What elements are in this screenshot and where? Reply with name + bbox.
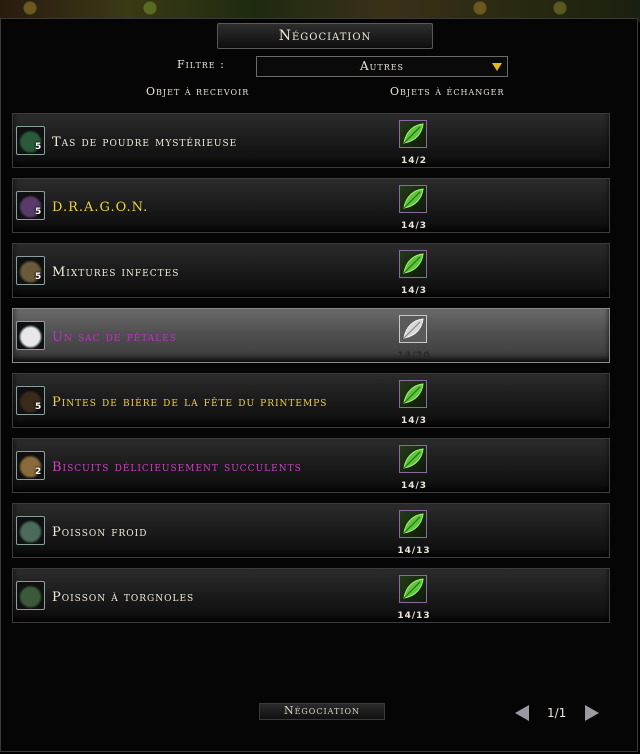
leaf-icon[interactable] [399,185,427,213]
fish-icon [16,581,45,610]
item-row[interactable]: Poisson à torgnoles 14/13 [12,568,610,623]
item-row[interactable]: Poisson froid 14/13 [12,503,610,558]
item-quantity: 2 [35,467,42,477]
leaf-icon[interactable] [399,250,427,278]
item-quantity: 5 [35,207,42,217]
leaf-icon[interactable] [399,445,427,473]
item-list: 5 Tas de poudre mystérieuse 14/2 5 D.R.A.G.O… [12,113,610,633]
exchange-count: 14/20 [397,351,431,361]
petal-bag-icon [16,321,45,350]
next-page-icon[interactable] [585,705,599,721]
item-row[interactable]: 5 Pintes de bière de la fête du printemps… [12,373,610,428]
item-name: Mixtures infectes [52,265,180,280]
leaf-icon[interactable] [399,120,427,148]
leaf-icon[interactable] [399,380,427,408]
item-name: Pintes de bière de la fête du printemps [52,395,328,410]
leaf-icon[interactable] [399,315,427,343]
item-row[interactable]: 5 D.R.A.G.O.N. 14/3 [12,178,610,233]
exchange-count: 14/3 [400,416,428,426]
chevron-down-icon[interactable] [492,63,502,71]
fish-icon [16,516,45,545]
item-name: Poisson à torgnoles [52,590,195,605]
item-name: Poisson froid [52,525,148,540]
item-name: Un sac de pétales [52,330,177,345]
item-quantity: 5 [35,272,42,282]
filter-dropdown[interactable]: Autres [256,56,508,77]
column-header-exchange: Objets à échanger [390,85,505,98]
column-header-receive: Objet à recevoir [146,85,250,98]
exchange-count: 14/13 [397,546,431,556]
exchange-count: 14/13 [397,611,431,621]
item-row[interactable]: 5 Mixtures infectes 14/3 [12,243,610,298]
exchange-count: 14/3 [400,286,428,296]
item-name: D.R.A.G.O.N. [52,200,149,215]
item-name: Tas de poudre mystérieuse [52,135,238,150]
leaf-icon[interactable] [399,575,427,603]
negotiate-button[interactable]: Négociation [259,703,385,720]
filter-label: Filtre : [177,58,225,71]
item-name: Biscuits délicieusement succulents [52,460,302,475]
item-row[interactable]: 5 Tas de poudre mystérieuse 14/2 [12,113,610,168]
item-quantity: 5 [35,142,42,152]
exchange-count: 14/3 [400,221,428,231]
exchange-count: 14/2 [400,156,428,166]
filter-value: Autres [359,59,405,73]
page-indicator: 1/1 [547,706,567,720]
item-row[interactable]: Un sac de pétales 14/20 [12,308,610,363]
prev-page-icon[interactable] [515,705,529,721]
negotiation-window: Négociation Filtre : Autres Objet à rece… [0,18,638,752]
item-row[interactable]: 2 Biscuits délicieusement succulents 14/3 [12,438,610,493]
item-quantity: 5 [35,402,42,412]
window-title: Négociation [217,23,433,49]
exchange-count: 14/3 [400,481,428,491]
leaf-icon[interactable] [399,510,427,538]
